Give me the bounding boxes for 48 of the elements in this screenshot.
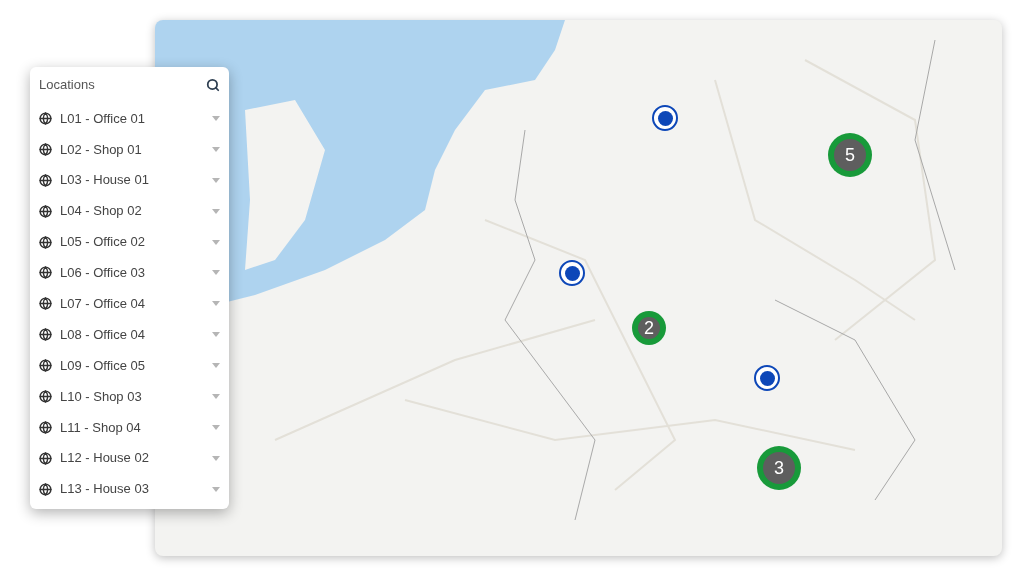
location-label: L03 - House 01 xyxy=(60,171,150,190)
caret-icon[interactable] xyxy=(212,363,220,369)
location-pin[interactable] xyxy=(754,365,780,391)
location-label: L11 - Shop 04 xyxy=(60,418,142,437)
search-icon[interactable] xyxy=(206,78,220,92)
location-label: L01 - Office 01 xyxy=(60,109,147,128)
globe-icon xyxy=(39,266,52,280)
location-label: L13 - House 03 xyxy=(60,480,150,499)
location-label: L10 - Shop 03 xyxy=(60,387,143,406)
caret-icon[interactable] xyxy=(212,270,220,276)
caret-icon[interactable] xyxy=(212,177,220,183)
caret-icon[interactable] xyxy=(212,455,220,461)
location-label: L06 - Office 03 xyxy=(60,264,147,283)
globe-icon xyxy=(39,420,52,434)
globe-icon xyxy=(39,111,52,125)
map-view[interactable]: 5 2 3 xyxy=(155,20,1002,556)
globe-icon xyxy=(39,482,52,496)
cluster-marker[interactable]: 5 xyxy=(828,133,872,177)
globe-icon xyxy=(39,389,52,403)
location-label: L02 - Shop 01 xyxy=(60,140,143,159)
caret-icon[interactable] xyxy=(212,146,220,152)
globe-icon xyxy=(39,173,52,187)
caret-icon[interactable] xyxy=(212,393,220,399)
caret-icon[interactable] xyxy=(212,486,220,492)
location-label: L09 - Office 05 xyxy=(60,356,147,375)
cluster-marker[interactable]: 2 xyxy=(632,311,666,345)
location-pin[interactable] xyxy=(652,105,678,131)
globe-icon xyxy=(39,328,52,342)
globe-icon xyxy=(39,451,52,465)
caret-icon[interactable] xyxy=(212,332,220,338)
globe-icon xyxy=(39,359,52,373)
location-label: L07 - Office 04 xyxy=(60,295,147,314)
globe-icon xyxy=(39,204,52,218)
caret-icon[interactable] xyxy=(212,301,220,307)
caret-icon[interactable] xyxy=(212,208,220,214)
panel-title: Locations xyxy=(39,76,95,95)
globe-icon xyxy=(39,297,52,311)
cluster-marker[interactable]: 3 xyxy=(757,446,801,490)
location-pin[interactable] xyxy=(559,260,585,286)
globe-icon xyxy=(39,142,52,156)
location-label: L05 - Office 02 xyxy=(60,233,147,252)
globe-icon xyxy=(39,235,52,249)
location-label: L08 - Office 04 xyxy=(60,325,147,344)
caret-icon[interactable] xyxy=(212,424,220,430)
caret-icon[interactable] xyxy=(212,239,220,245)
location-label: L12 - House 02 xyxy=(60,449,150,468)
caret-icon[interactable] xyxy=(212,115,220,121)
location-label: L04 - Shop 02 xyxy=(60,202,143,221)
